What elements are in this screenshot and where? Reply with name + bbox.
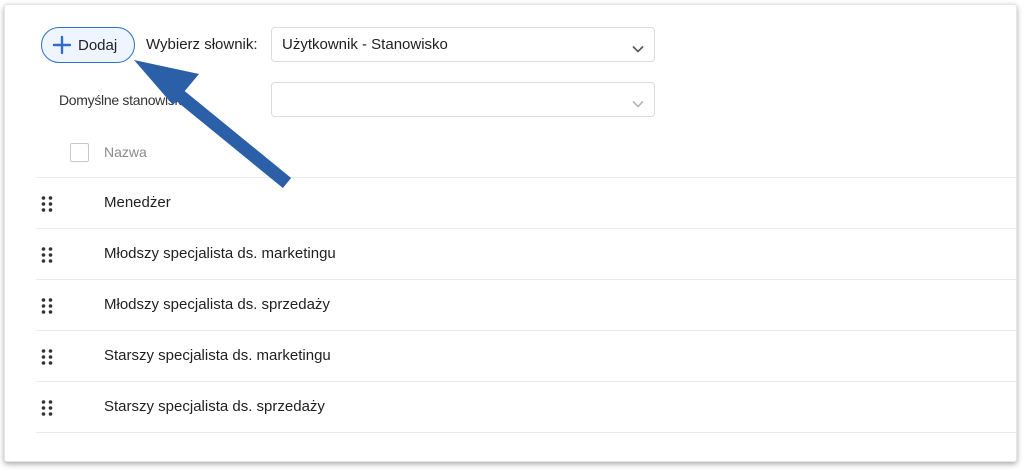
table-row[interactable]: Menedżer bbox=[36, 178, 1016, 229]
row-label: Młodszy specjalista ds. marketingu bbox=[104, 245, 336, 262]
add-button[interactable]: Dodaj bbox=[41, 27, 135, 63]
add-button-label: Dodaj bbox=[78, 36, 118, 54]
default-position-label: Domyślne stanowisko: bbox=[59, 92, 193, 108]
table-row[interactable]: Starszy specjalista ds. sprzedaży bbox=[36, 382, 1016, 433]
row-label: Starszy specjalista ds. sprzedaży bbox=[104, 398, 325, 415]
row-label: Młodszy specjalista ds. sprzedaży bbox=[104, 296, 330, 313]
chevron-down-icon bbox=[632, 95, 644, 113]
drag-handle-icon[interactable] bbox=[40, 246, 54, 264]
table-row[interactable]: Młodszy specjalista ds. marketingu bbox=[36, 229, 1016, 280]
table-row[interactable]: Starszy specjalista ds. marketingu bbox=[36, 331, 1016, 382]
drag-handle-icon[interactable] bbox=[40, 348, 54, 366]
drag-handle-icon[interactable] bbox=[40, 195, 54, 213]
table-row[interactable]: Młodszy specjalista ds. sprzedaży bbox=[36, 280, 1016, 331]
positions-table: Nazwa Menedżer Młodszy specjalista ds. m… bbox=[36, 129, 1016, 433]
select-all-checkbox[interactable] bbox=[70, 143, 89, 162]
table-header: Nazwa bbox=[36, 129, 1016, 178]
dictionary-select[interactable]: Użytkownik - Stanowisko bbox=[271, 27, 655, 62]
column-header-name[interactable]: Nazwa bbox=[104, 144, 147, 160]
drag-handle-icon[interactable] bbox=[40, 399, 54, 417]
toolbar: Dodaj Wybierz słownik: Użytkownik - Stan… bbox=[5, 5, 1016, 85]
plus-icon bbox=[52, 35, 72, 55]
dictionary-select-label: Wybierz słownik: bbox=[146, 36, 258, 53]
drag-handle-icon[interactable] bbox=[40, 297, 54, 315]
default-position-select[interactable] bbox=[271, 82, 655, 117]
row-label: Menedżer bbox=[104, 194, 171, 211]
dictionary-select-value: Użytkownik - Stanowisko bbox=[282, 36, 448, 53]
row-label: Starszy specjalista ds. marketingu bbox=[104, 347, 331, 364]
dictionary-panel: Dodaj Wybierz słownik: Użytkownik - Stan… bbox=[4, 4, 1017, 462]
chevron-down-icon bbox=[632, 40, 644, 58]
